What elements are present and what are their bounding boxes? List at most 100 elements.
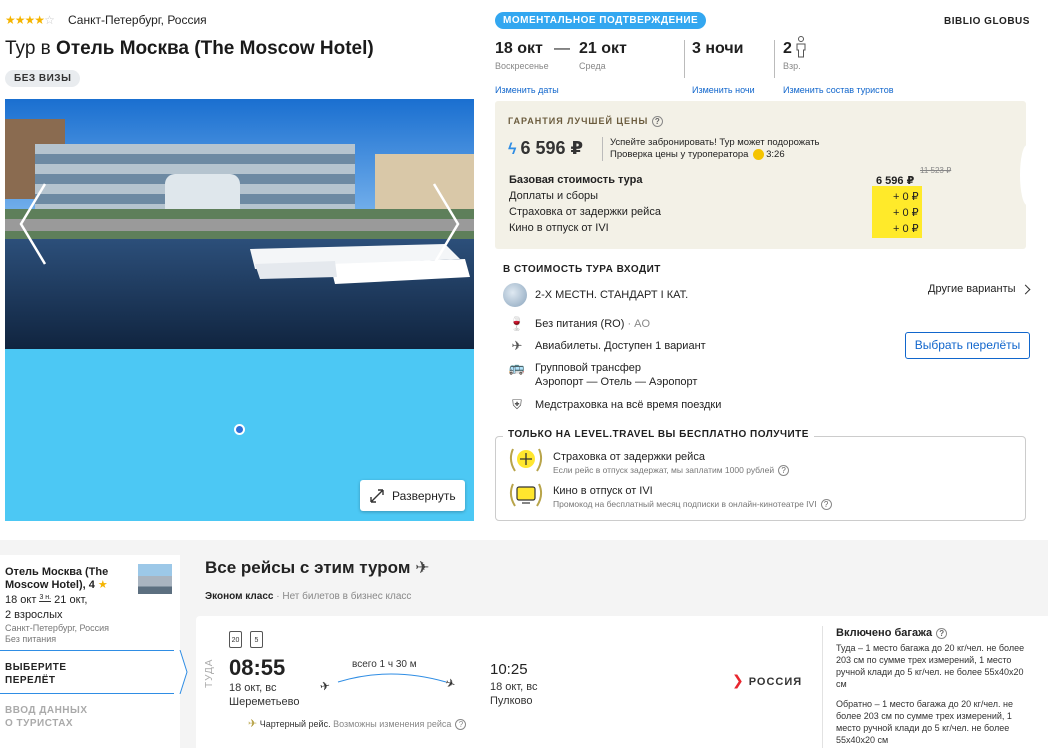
hotel-stars: ★★★★☆ (5, 13, 55, 27)
perk-cinema-text: Промокод на бесплатный месяц подписки в … (553, 499, 817, 509)
divider (684, 40, 685, 78)
bus-icon: 🚌 (508, 360, 526, 375)
date-from-day: Воскресенье (495, 61, 549, 71)
summary-date-to: 21 окт, (54, 594, 88, 606)
step-choose-flight[interactable]: ВЫБЕРИТЕ ПЕРЕЛЁТ (0, 650, 180, 694)
cabin-class-note: · Нет билетов в бизнес класс (276, 591, 412, 602)
svg-text:✈: ✈ (319, 678, 331, 694)
summary-meal: Без питания (5, 634, 57, 644)
adults-count: 2 (783, 40, 792, 57)
perk-insurance-text: Если рейс в отпуск задержат, мы заплатим… (553, 465, 775, 475)
baggage-icon: 20 (229, 631, 242, 648)
meal-info: Без питания (RO) · AO (535, 318, 650, 330)
insurance-perk-icon (509, 448, 543, 472)
step-arrow-icon (174, 650, 188, 694)
departure-time: 08:55 (229, 655, 286, 680)
departure-date: 18 окт, вс (229, 682, 277, 694)
star-icon: ★ (5, 13, 16, 27)
nights-count: 3 ночи (692, 40, 744, 57)
star-icon: ★ (24, 13, 36, 27)
arrival-time: 10:25 (490, 661, 528, 678)
timer-icon (753, 149, 765, 160)
change-nights-link[interactable]: Изменить ночи (692, 85, 755, 95)
room-thumbnail[interactable] (503, 283, 527, 307)
hotel-location: Санкт-Петербург, Россия (68, 13, 207, 27)
meal-icon: 🍷 (508, 316, 526, 331)
summary-location: Санкт-Петербург, Россия (5, 623, 110, 633)
price-guarantee-title: ГАРАНТИЯ ЛУЧШЕЙ ЦЕНЫ? (508, 116, 664, 128)
transfer-type: Групповой трансфер (535, 362, 642, 374)
help-icon[interactable]: ? (820, 499, 832, 511)
step-tourist-data[interactable]: ВВОД ДАННЫХ О ТУРИСТАХ (5, 704, 88, 730)
price-row-label: Страховка от задержки рейса (509, 206, 661, 218)
ticket-notch (1020, 145, 1034, 205)
expand-label: Развернуть (392, 488, 456, 503)
step-next-line2: О ТУРИСТАХ (5, 718, 74, 729)
summary-hotel-line2: Moscow Hotel), 4 (5, 579, 95, 591)
charter-warning: Возможны изменения рейса (333, 719, 452, 729)
title-prefix: Тур в (5, 38, 51, 59)
chevron-right-icon (1020, 284, 1030, 295)
hotel-photo (5, 99, 474, 349)
date-from: 18 окт (495, 40, 543, 57)
summary-dates: 18 окт 3 н. 21 окт, (5, 594, 87, 606)
summary-guests: 2 взрослых (5, 609, 63, 621)
star-icon: ★ (34, 13, 45, 27)
other-variants-label: Другие варианты (928, 283, 1016, 295)
hand-luggage-icon: 5 (250, 631, 263, 648)
instant-confirmation-badge: МОМЕНТАЛЬНОЕ ПОДТВЕРЖДЕНИЕ (495, 12, 707, 29)
help-icon[interactable]: ? (455, 719, 467, 731)
date-to: 21 окт (579, 40, 627, 57)
baggage-title: Включено багажа? (836, 627, 948, 639)
gallery-dot[interactable] (234, 424, 245, 435)
price-row-label: Кино в отпуск от IVI (509, 222, 609, 234)
total-price: ϟ6 596 ₽ (508, 138, 583, 159)
date-to-day: Среда (579, 61, 606, 71)
adults-label: Взр. (783, 61, 801, 71)
page-title: Тур в Отель Москва (The Moscow Hotel) (5, 38, 374, 60)
person-icon (796, 36, 806, 58)
baggage-there: Туда – 1 место багажа до 20 кг/чел. не б… (836, 643, 1025, 689)
expand-icon (370, 488, 384, 503)
price-row-value: + 0 ₽ (893, 223, 919, 235)
date-dash: — (554, 40, 570, 57)
price-note: Успейте забронировать! Тур может подорож… (602, 137, 820, 162)
step-active-line2: ПЕРЕЛЁТ (5, 675, 56, 686)
choose-flights-button[interactable]: Выбрать перелёты (905, 332, 1030, 359)
flights-section-title: Все рейсы с этим туром ✈ (205, 558, 429, 578)
star-empty-icon: ☆ (44, 13, 55, 27)
shield-icon: ⛨ (512, 397, 522, 412)
change-tourists-link[interactable]: Изменить состав туристов (783, 85, 893, 95)
star-icon: ★ (14, 13, 26, 27)
old-price: 11 523 ₽ (920, 166, 952, 175)
help-icon[interactable]: ? (652, 116, 664, 128)
plane-icon: ✈ (511, 338, 523, 353)
step-next-line1: ВВОД ДАННЫХ (5, 705, 88, 716)
summary-date-from: 18 окт (5, 594, 37, 606)
summary-hotel-line1: Отель Москва (The (5, 566, 109, 578)
total-price-value: 6 596 ₽ (520, 138, 584, 158)
tour-operator: BIBLIO GLOBUS (944, 16, 1030, 27)
other-variants-link[interactable]: Другие варианты (928, 283, 1030, 295)
visa-badge: БЕЗ ВИЗЫ (5, 70, 81, 87)
price-row-value: 6 596 ₽ (876, 175, 915, 187)
perks-title: ТОЛЬКО НА LEVEL.TRAVEL ВЫ БЕСПЛАТНО ПОЛУ… (503, 429, 814, 440)
help-icon[interactable]: ? (936, 627, 948, 639)
gallery-prev-icon[interactable] (15, 179, 51, 269)
gallery-next-icon[interactable] (428, 179, 464, 269)
svg-text:✈: ✈ (443, 675, 457, 692)
summary-hotel-thumbnail (138, 564, 172, 594)
airline-swoosh-icon: ❯ (732, 672, 745, 688)
change-dates-link[interactable]: Изменить даты (495, 85, 559, 95)
plane-icon: ✈ (415, 558, 430, 577)
price-row-value: + 0 ₽ (893, 191, 919, 203)
charter-label: Чартерный рейс. (259, 719, 331, 729)
cabin-class-info: Эконом класс · Нет билетов в бизнес клас… (205, 591, 411, 602)
baggage-back: Обратно – 1 место багажа до 20 кг/чел. н… (836, 699, 1013, 745)
baggage-title-text: Включено багажа (836, 627, 933, 639)
photo-gallery[interactable]: Развернуть (5, 99, 474, 521)
expand-button[interactable]: Развернуть (360, 480, 465, 511)
perk-insurance-sub: Если рейс в отпуск задержат, мы заплатим… (553, 465, 790, 477)
help-icon[interactable]: ? (778, 465, 790, 477)
perk-cinema-title: Кино в отпуск от IVI (553, 485, 653, 497)
